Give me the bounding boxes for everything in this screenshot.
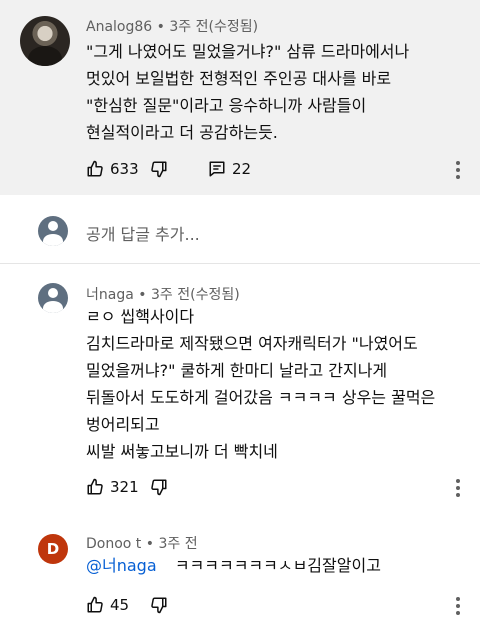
separator-dot: • — [156, 19, 165, 35]
mention-link[interactable]: @너naga — [86, 556, 157, 575]
comment-header: 너naga • 3주 전(수정됨) — [86, 284, 240, 304]
edited-label: (수정됨) — [208, 19, 259, 35]
divider — [0, 263, 480, 264]
more-options-icon[interactable] — [448, 158, 468, 182]
like-button[interactable]: 45 — [86, 596, 129, 614]
comment-time[interactable]: 3주 전 — [169, 19, 208, 35]
comment-line: 벙어리되고 — [86, 415, 160, 434]
dislike-button[interactable] — [150, 478, 168, 496]
thumbs-up-icon — [87, 160, 103, 177]
avatar[interactable] — [38, 283, 68, 313]
like-count: 321 — [110, 478, 139, 496]
like-count: 633 — [110, 160, 139, 178]
more-options-icon[interactable] — [448, 476, 468, 500]
comment-line: 뒤돌아서 도도하게 걸어갔음 ㅋㅋㅋㅋ 상우는 꿀먹은 — [86, 388, 436, 407]
reply-input[interactable]: 공개 답글 추가... — [86, 221, 200, 245]
comment-header: Donoo t • 3주 전 — [86, 533, 198, 553]
comment-body: ㅋㅋㅋㅋㅋㅋㅋㅅㅂ김잘알이고 — [174, 556, 381, 575]
comment-text: "그게 나였어도 밀었을거냐?" 삼류 드라마에서나 멋있어 보일법한 전형적인… — [86, 38, 409, 146]
thumbs-up-icon — [87, 478, 103, 495]
dislike-button[interactable] — [150, 160, 168, 178]
thumbs-down-icon — [151, 479, 167, 496]
reply-comment-icon — [209, 161, 225, 177]
thumbs-down-icon — [151, 161, 167, 178]
replies-button[interactable]: 22 — [208, 160, 251, 178]
edited-label: (수정됨) — [190, 287, 240, 303]
comments-page: Analog86 • 3주 전(수정됨) "그게 나였어도 밀었을거냐?" 삼류… — [0, 0, 480, 632]
comment-line: "한심한 질문"이라고 응수하니까 사람들이 — [86, 96, 367, 115]
avatar[interactable]: D — [38, 534, 68, 564]
comment-line: 멋있어 보일법한 전형적인 주인공 대사를 바로 — [86, 69, 392, 88]
comment-author[interactable]: 너naga — [86, 287, 134, 303]
thumbs-up-icon — [87, 596, 103, 613]
comment-line: 씨발 써놓고보니까 더 빡치네 — [86, 442, 278, 461]
comment-time[interactable]: 3주 전 — [151, 287, 190, 303]
separator-dot: • — [138, 287, 147, 303]
like-button[interactable]: 633 — [86, 160, 139, 178]
separator-dot: • — [145, 536, 155, 552]
comment-time[interactable]: 3주 전 — [158, 536, 197, 552]
comment-header: Analog86 • 3주 전(수정됨) — [86, 16, 258, 36]
comment-line: 밀었을꺼냐?" 쿨하게 한마디 날라고 간지나게 — [86, 361, 388, 380]
comment-author[interactable]: Donoo t — [86, 536, 141, 552]
comment-text: @너naga ㅋㅋㅋㅋㅋㅋㅋㅅㅂ김잘알이고 — [86, 552, 381, 579]
default-avatar-icon — [48, 221, 58, 231]
like-button[interactable]: 321 — [86, 478, 139, 496]
comment-line: 현실적이라고 더 공감하는듯. — [86, 123, 278, 142]
like-count: 45 — [110, 596, 130, 614]
more-options-icon[interactable] — [448, 594, 468, 618]
avatar[interactable] — [20, 16, 70, 66]
thumbs-down-icon — [151, 597, 167, 614]
comment-line: ㄹㅇ 씹핵사이다 — [86, 307, 195, 326]
reply-count: 22 — [232, 160, 252, 178]
user-avatar — [38, 216, 68, 246]
profile-photo — [28, 46, 62, 66]
comment-text: ㄹㅇ 씹핵사이다 김치드라마로 제작됐으면 여자캐릭터가 "나였어도 밀었을꺼냐… — [86, 303, 435, 465]
comment-line: @너naga ㅋㅋㅋㅋㅋㅋㅋㅅㅂ김잘알이고 — [86, 552, 381, 579]
default-avatar-icon — [48, 288, 58, 298]
dislike-button[interactable] — [150, 596, 168, 614]
comment-line: "그게 나였어도 밀었을거냐?" 삼류 드라마에서나 — [86, 42, 410, 61]
comment-author[interactable]: Analog86 — [86, 19, 152, 35]
comment-line: 김치드라마로 제작됐으면 여자캐릭터가 "나였어도 — [86, 334, 418, 353]
